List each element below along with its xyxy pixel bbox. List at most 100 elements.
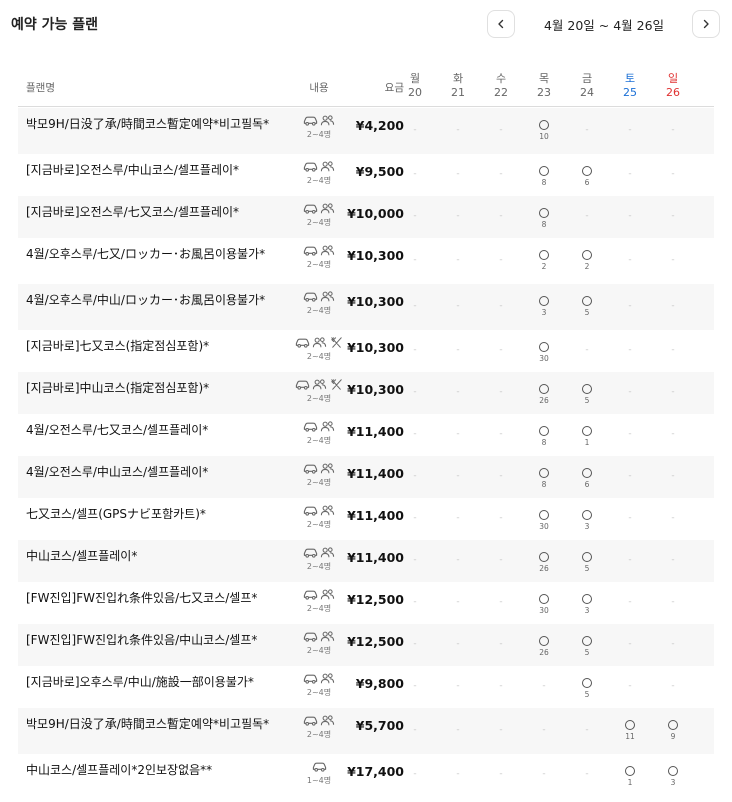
plan-name[interactable]: [지금바로]七又코스(指定점심포함)* xyxy=(26,338,278,355)
plan-name[interactable]: [지금바로]오전스루/中山코스/셀프플레이* xyxy=(26,162,278,179)
table-row[interactable]: [지금바로]中山코스(指定점심포함)* 2~4명 ¥10,300- - -26 5- - xyxy=(18,372,714,414)
slot-unavailable: - xyxy=(499,387,503,397)
plan-name[interactable]: [FW진입]FW진입れ条件있음/中山코스/셀프* xyxy=(26,632,278,649)
cart-icon xyxy=(303,246,318,256)
people-icon xyxy=(320,589,335,600)
slot-available[interactable]: 5 xyxy=(572,552,602,573)
plan-name[interactable]: [지금바로]오전스루/七又코스/셀프플레이* xyxy=(26,204,278,221)
plan-name[interactable]: 박모9H/日没了承/時間코스暫定예약*비고필독* xyxy=(26,116,278,133)
slot-available[interactable]: 30 xyxy=(529,594,559,615)
table-row[interactable]: 박모9H/日没了承/時間코스暫定예약*비고필독* 2~4명 ¥4,200- - -10-… xyxy=(18,108,714,154)
slot-available[interactable]: 5 xyxy=(572,296,602,317)
slot-available[interactable]: 30 xyxy=(529,510,559,531)
people-icon xyxy=(312,337,326,348)
slot-available[interactable]: 8 xyxy=(529,468,559,489)
slot-available[interactable]: 9 xyxy=(658,720,688,741)
slot-available[interactable]: 3 xyxy=(658,766,688,787)
slot-available[interactable]: 26 xyxy=(529,552,559,573)
slot-unavailable: - xyxy=(499,681,503,691)
plan-name[interactable]: 4월/오후스루/七又/ロッカー･お風呂이용불가* xyxy=(26,246,278,263)
slot-available[interactable]: 6 xyxy=(572,166,602,187)
plan-price: ¥11,400 xyxy=(347,550,404,565)
table-row[interactable]: 4월/오전스루/七又코스/셀프플레이* 2~4명 ¥11,400- - -8 1- - xyxy=(18,414,714,456)
people-icon xyxy=(312,379,326,390)
plan-price: ¥12,500 xyxy=(347,592,404,607)
slot-count: 11 xyxy=(625,732,635,741)
slot-unavailable: - xyxy=(628,125,632,135)
slot-count: 5 xyxy=(584,396,590,405)
plan-name[interactable]: 中山코스/셀프플레이* xyxy=(26,548,278,565)
table-row[interactable]: [지금바로]오전스루/中山코스/셀프플레이* 2~4명 ¥9,500- - -8 6- - xyxy=(18,154,714,196)
slot-unavailable: - xyxy=(456,169,460,179)
slot-count: 3 xyxy=(541,308,547,317)
table-row[interactable]: [지금바로]오전스루/七又코스/셀프플레이* 2~4명 ¥10,000- - -8- - - xyxy=(18,196,714,238)
slot-unavailable: - xyxy=(628,513,632,523)
available-circle-icon xyxy=(539,594,549,604)
slot-unavailable: - xyxy=(671,169,675,179)
slot-available[interactable]: 2 xyxy=(529,250,559,271)
slot-unavailable: - xyxy=(628,169,632,179)
slot-available[interactable]: 3 xyxy=(529,296,559,317)
slot-count: 26 xyxy=(539,564,549,573)
available-circle-icon xyxy=(582,552,592,562)
cart-icon xyxy=(303,632,318,642)
people-icon xyxy=(320,203,335,214)
slot-available[interactable]: 8 xyxy=(529,166,559,187)
plan-name[interactable]: [지금바로]中山코스(指定점심포함)* xyxy=(26,380,278,397)
slot-available[interactable]: 26 xyxy=(529,636,559,657)
plan-name[interactable]: 七又코스/셀프(GPSナビ포함카트)* xyxy=(26,506,278,523)
slot-available[interactable]: 2 xyxy=(572,250,602,271)
slot-available[interactable]: 5 xyxy=(572,678,602,699)
slot-unavailable: - xyxy=(413,681,417,691)
slot-available[interactable]: 8 xyxy=(529,426,559,447)
slot-available[interactable]: 3 xyxy=(572,594,602,615)
slot-available[interactable]: 8 xyxy=(529,208,559,229)
available-circle-icon xyxy=(539,296,549,306)
slot-count: 1 xyxy=(627,778,633,787)
slot-available[interactable]: 11 xyxy=(615,720,645,741)
slot-available[interactable]: 6 xyxy=(572,468,602,489)
slot-available[interactable]: 5 xyxy=(572,636,602,657)
slot-unavailable: - xyxy=(542,725,546,735)
table-row[interactable]: [FW진입]FW진입れ条件있음/中山코스/셀프* 2~4명 ¥12,500- - -26… xyxy=(18,624,714,666)
available-circle-icon xyxy=(539,426,549,436)
slot-available[interactable]: 1 xyxy=(615,766,645,787)
date-range: 4월 20일 ~ 4월 26일 xyxy=(543,18,665,33)
plan-name[interactable]: 中山코스/셀프플레이*2인보장없음** xyxy=(26,762,278,779)
plan-name[interactable]: 4월/오후스루/中山/ロッカー･お風呂이용불가* xyxy=(26,292,278,309)
slot-available[interactable]: 30 xyxy=(529,342,559,363)
plan-name[interactable]: [지금바로]오후스루/中山/施設一部이용불가* xyxy=(26,674,278,691)
plan-name[interactable]: 4월/오전스루/七又코스/셀프플레이* xyxy=(26,422,278,439)
slot-available[interactable]: 1 xyxy=(572,426,602,447)
table-row[interactable]: 中山코스/셀프플레이* 2~4명 ¥11,400- - -26 5- - xyxy=(18,540,714,582)
table-row[interactable]: 4월/오후스루/七又/ロッカー･お風呂이용불가* 2~4명 ¥10,300- - -2 2… xyxy=(18,238,714,284)
slot-unavailable: - xyxy=(456,301,460,311)
table-row[interactable]: 中山코스/셀프플레이*2인보장없음** 1~4명 ¥17,400- - - - -1 3 xyxy=(18,754,714,796)
slot-available[interactable]: 10 xyxy=(529,120,559,141)
slot-unavailable: - xyxy=(499,471,503,481)
available-circle-icon xyxy=(582,166,592,176)
day-date: 22 xyxy=(494,86,508,99)
day-of-week: 금 xyxy=(581,72,593,85)
day-of-week: 월 xyxy=(409,72,421,85)
table-row[interactable]: [지금바로]七又코스(指定점심포함)* 2~4명 ¥10,300- - -30- - - xyxy=(18,330,714,372)
available-circle-icon xyxy=(582,510,592,520)
plan-name[interactable]: [FW진입]FW진입れ条件있음/七又코스/셀프* xyxy=(26,590,278,607)
table-row[interactable]: [FW진입]FW진입れ条件있음/七又코스/셀프* 2~4명 ¥12,500- - -30… xyxy=(18,582,714,624)
table-row[interactable]: 七又코스/셀프(GPSナビ포함카트)* 2~4명 ¥11,400- - -30 3- - xyxy=(18,498,714,540)
plan-price: ¥17,400 xyxy=(347,764,404,779)
table-row[interactable]: [지금바로]오후스루/中山/施設一部이용불가* 2~4명 ¥9,800- - - -5- - xyxy=(18,666,714,708)
available-circle-icon xyxy=(582,296,592,306)
next-week-button[interactable] xyxy=(692,10,720,38)
table-row[interactable]: 박모9H/日没了承/時間코스暫定예약*비고필독* 2~4명 ¥5,700- - - - -1… xyxy=(18,708,714,754)
slot-available[interactable]: 26 xyxy=(529,384,559,405)
plan-name[interactable]: 박모9H/日没了承/時間코스暫定예약*비고필독* xyxy=(26,716,278,733)
slot-available[interactable]: 3 xyxy=(572,510,602,531)
prev-week-button[interactable] xyxy=(487,10,515,38)
slot-available[interactable]: 5 xyxy=(572,384,602,405)
table-row[interactable]: 4월/오후스루/中山/ロッカー･お風呂이용불가* 2~4명 ¥10,300- - -3 5… xyxy=(18,284,714,330)
plan-name[interactable]: 4월/오전스루/中山코스/셀프플레이* xyxy=(26,464,278,481)
table-row[interactable]: 4월/오전스루/中山코스/셀프플레이* 2~4명 ¥11,400- - -8 6- - xyxy=(18,456,714,498)
slot-unavailable: - xyxy=(413,169,417,179)
slot-unavailable: - xyxy=(413,301,417,311)
